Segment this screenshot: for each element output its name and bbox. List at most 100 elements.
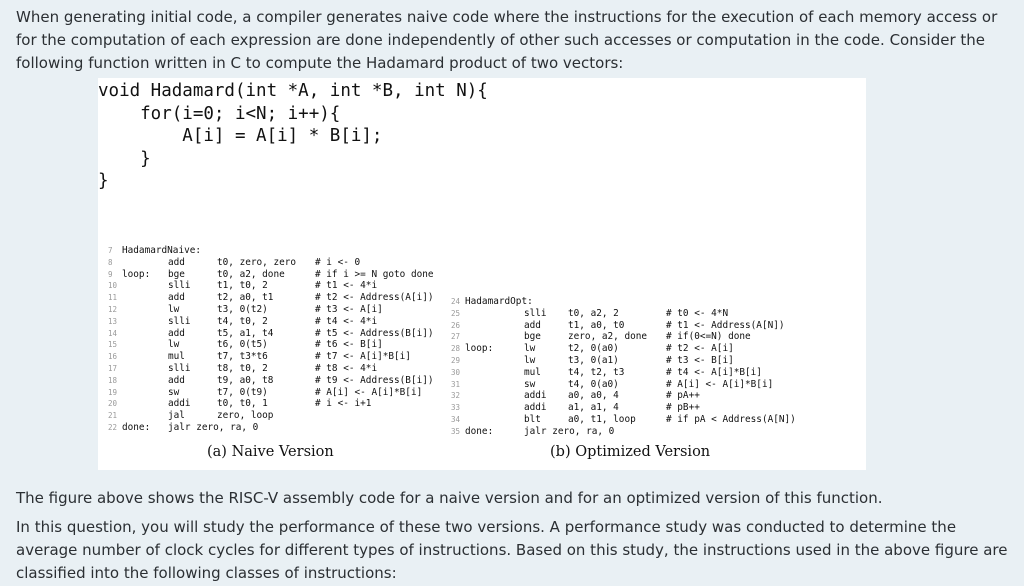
assembly-line: 19 sw t7, 0(t9) # A[i] <- A[i]*B[i] — [108, 387, 448, 399]
assembly-line: 14 add t5, a1, t4 # t5 <- Address(B[i]) — [108, 328, 448, 340]
line-number: 7 — [108, 246, 113, 255]
assembly-line: 22 done: jalr zero, ra, 0 — [108, 422, 448, 434]
assembly-line: 26 add t1, a0, t0 # t1 <- Address(A[N]) — [451, 320, 811, 332]
assembly-comment: # t4 <- A[i]*B[i] — [666, 366, 762, 378]
assembly-opcode: slli — [168, 280, 191, 292]
assembly-opcode: sw — [168, 386, 180, 398]
line-number: 10 — [108, 281, 118, 291]
assembly-label: done: — [465, 425, 494, 437]
assembly-line: 33 addi a1, a1, 4 # pB++ — [451, 402, 811, 414]
assembly-opcode: lw — [524, 354, 536, 366]
optimized-assembly-listing: 24 HadamardOpt: 25 slli t0, a2, 2 # t0 <- 4*N… — [451, 296, 811, 438]
code-figure: void Hadamard(int *A, int *B, int N){ fo… — [98, 78, 866, 470]
assembly-line: 11 add t2, a0, t1 # t2 <- Address(A[i]) — [108, 292, 448, 304]
line-number: 20 — [108, 399, 118, 409]
assembly-comment: # t0 <- 4*N — [666, 307, 729, 319]
assembly-line: 34 blt a0, t1, loop # if pA < Address(A[N]) — [451, 414, 811, 426]
assembly-comment: # t5 <- Address(B[i]) — [315, 327, 434, 339]
line-number: 26 — [451, 320, 461, 330]
assembly-operands: zero, a2, done — [568, 331, 648, 343]
assembly-comment: # pA++ — [666, 390, 700, 402]
line-number: 31 — [451, 379, 461, 389]
line-number: 33 — [451, 403, 461, 413]
assembly-opcode: bge — [524, 331, 541, 343]
c-code-line: } — [98, 171, 109, 191]
assembly-label: HadamardOpt: — [465, 296, 533, 307]
assembly-operands: a0, t1, loop — [568, 413, 636, 425]
assembly-opcode: addi — [524, 402, 547, 414]
c-function-code: void Hadamard(int *A, int *B, int N){ fo… — [98, 80, 488, 193]
line-number: 35 — [451, 426, 461, 436]
assembly-operands: t0, a2, done — [217, 268, 285, 280]
assembly-comment: # t4 <- 4*i — [315, 315, 378, 327]
assembly-opcode: add — [168, 292, 185, 304]
assembly-opcode: lw — [168, 339, 180, 351]
assembly-line: 28 loop: lw t2, 0(a0) # t2 <- A[i] — [451, 343, 811, 355]
assembly-opcode: addi — [168, 398, 191, 410]
assembly-line: 25 slli t0, a2, 2 # t0 <- 4*N — [451, 308, 811, 320]
assembly-label: loop: — [122, 268, 151, 280]
assembly-comment: # t3 <- A[i] — [315, 303, 383, 315]
assembly-operands: a1, a1, 4 — [568, 402, 619, 414]
c-code-line: } — [98, 148, 151, 169]
assembly-label: HadamardNaive: — [122, 245, 202, 256]
assembly-operands: t4, 0(a0) — [568, 378, 619, 390]
line-number: 11 — [108, 293, 118, 303]
assembly-operands: t2, a0, t1 — [217, 292, 274, 304]
assembly-line: 29 lw t3, 0(a1) # t3 <- B[i] — [451, 355, 811, 367]
assembly-opcode: lw — [168, 303, 180, 315]
assembly-comment: # t1 <- 4*i — [315, 280, 378, 292]
assembly-operands: t4, t0, 2 — [217, 315, 268, 327]
assembly-line: 31 sw t4, 0(a0) # A[i] <- A[i]*B[i] — [451, 379, 811, 391]
assembly-opcode: add — [168, 256, 185, 268]
assembly-line: 15 lw t6, 0(t5) # t6 <- B[i] — [108, 339, 448, 351]
assembly-line: 30 mul t4, t2, t3 # t4 <- A[i]*B[i] — [451, 367, 811, 379]
assembly-operands: t8, t0, 2 — [217, 362, 268, 374]
assembly-line: 13 slli t4, t0, 2 # t4 <- 4*i — [108, 316, 448, 328]
line-number: 22 — [108, 422, 118, 432]
assembly-line: 21 jal zero, loop — [108, 410, 448, 422]
assembly-comment: # t9 <- Address(B[i]) — [315, 374, 434, 386]
line-number: 34 — [451, 414, 461, 424]
line-number: 25 — [451, 308, 461, 318]
assembly-operands: t7, t3*t6 — [217, 351, 268, 363]
assembly-line: 9 loop: bge t0, a2, done # if i >= N goto do… — [108, 269, 448, 281]
c-code-line: A[i] = A[i] * B[i]; — [98, 126, 383, 146]
assembly-operands: t1, a0, t0 — [568, 319, 625, 331]
assembly-operands: zero, loop — [217, 410, 274, 422]
assembly-line: 10 slli t1, t0, 2 # t1 <- 4*i — [108, 280, 448, 292]
assembly-line: 20 addi t0, t0, 1 # i <- i+1 — [108, 398, 448, 410]
assembly-comment: # if i >= N goto done — [315, 268, 434, 280]
optimized-caption: (b) Optimized Version — [550, 444, 711, 460]
assembly-line: 18 add t9, a0, t8 # t9 <- Address(B[i]) — [108, 375, 448, 387]
assembly-operands: t3, 0(a1) — [568, 354, 619, 366]
assembly-opcode: blt — [524, 413, 541, 425]
line-number: 16 — [108, 352, 118, 362]
assembly-comment: # i <- 0 — [315, 256, 361, 268]
assembly-line: 32 addi a0, a0, 4 # pA++ — [451, 390, 811, 402]
assembly-comment: # t3 <- B[i] — [666, 354, 734, 366]
assembly-opcode: mul — [168, 351, 185, 363]
assembly-comment: # t2 <- Address(A[i]) — [315, 292, 434, 304]
assembly-comment: # t8 <- 4*i — [315, 362, 378, 374]
line-number: 15 — [108, 340, 118, 350]
line-number: 8 — [108, 257, 113, 267]
assembly-operands: t0, t0, 1 — [217, 398, 268, 410]
assembly-operands: t0, a2, 2 — [568, 307, 619, 319]
assembly-opcode: add — [168, 374, 185, 386]
line-number: 19 — [108, 387, 118, 397]
assembly-line: 35 done: jalr zero, ra, 0 — [451, 426, 811, 438]
assembly-opcode: slli — [168, 315, 191, 327]
assembly-operands: t5, a1, t4 — [217, 327, 274, 339]
assembly-line: 17 slli t8, t0, 2 # t8 <- 4*i — [108, 363, 448, 375]
assembly-label: loop: — [465, 343, 494, 355]
c-code-line: void Hadamard(int *A, int *B, int N){ — [98, 81, 488, 101]
line-number: 28 — [451, 344, 461, 354]
intro-paragraph: When generating initial code, a compiler… — [16, 8, 998, 72]
study-paragraph: In this question, you will study the per… — [16, 518, 1008, 582]
assembly-comment: # t2 <- A[i] — [666, 343, 734, 355]
line-number: 21 — [108, 411, 118, 421]
assembly-opcode: jalr zero, ra, 0 — [168, 421, 259, 433]
assembly-operands: t7, 0(t9) — [217, 386, 268, 398]
assembly-opcode: slli — [168, 362, 191, 374]
